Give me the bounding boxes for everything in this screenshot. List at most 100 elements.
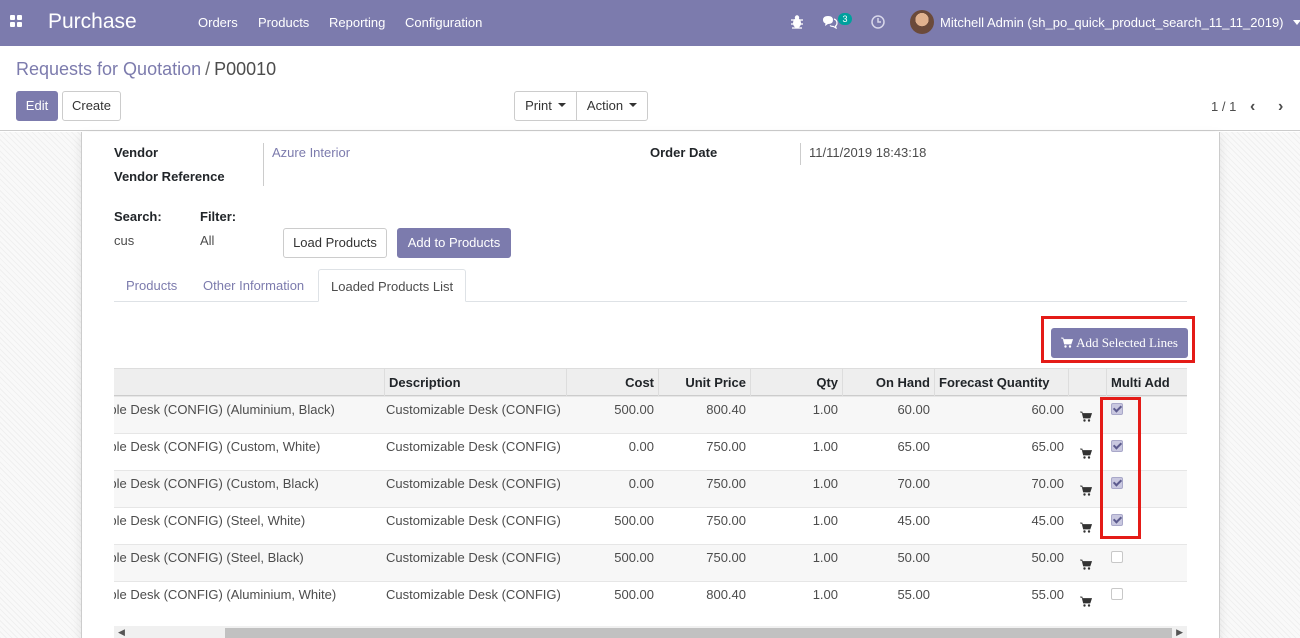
pager-value[interactable]: 1 / 1 <box>1211 99 1236 114</box>
table-row[interactable]: Customizable Desk (CONFIG) (Steel, White… <box>114 507 1187 544</box>
breadcrumb-parent[interactable]: Requests for Quotation <box>16 59 201 79</box>
highlight-box <box>1100 397 1141 539</box>
print-dropdown[interactable]: Print <box>514 91 577 121</box>
chat-icon[interactable] <box>822 15 838 29</box>
table-row[interactable]: Customizable Desk (CONFIG) (Steel, Black… <box>114 544 1187 581</box>
pager-next-icon[interactable]: › <box>1278 99 1283 115</box>
product-cell: Customizable Desk (CONFIG) (Custom, Blac… <box>114 476 319 491</box>
vendor-field[interactable]: Azure Interior <box>272 145 350 160</box>
column-header-unit-price[interactable]: Unit Price <box>658 369 750 396</box>
action-dropdown[interactable]: Action <box>576 91 648 121</box>
qty-cell: 1.00 <box>812 476 838 491</box>
on-hand-cell: 55.00 <box>897 587 930 602</box>
table-row[interactable]: Customizable Desk (CONFIG) (Aluminium, B… <box>114 396 1187 433</box>
add-line-cart-icon[interactable] <box>1080 485 1092 496</box>
chevron-down-icon <box>1293 20 1300 25</box>
table-row[interactable]: Customizable Desk (CONFIG) (Aluminium, W… <box>114 581 1187 618</box>
horizontal-scrollbar[interactable]: ◀ ▶ <box>114 626 1187 638</box>
menu-reporting[interactable]: Reporting <box>329 15 385 30</box>
field-divider <box>263 143 264 186</box>
unit-price-cell: 750.00 <box>706 550 746 565</box>
on-hand-cell: 65.00 <box>897 439 930 454</box>
unit-price-cell: 800.40 <box>706 587 746 602</box>
user-avatar[interactable] <box>910 10 934 34</box>
cost-cell: 500.00 <box>614 402 654 417</box>
menu-orders[interactable]: Orders <box>198 15 238 30</box>
forecast-quantity-cell: 65.00 <box>1031 439 1064 454</box>
pager-previous-icon[interactable]: ‹ <box>1250 99 1255 115</box>
edit-button[interactable]: Edit <box>16 91 58 121</box>
tab-products[interactable]: Products <box>114 269 189 302</box>
vendor-reference-label: Vendor Reference <box>114 169 225 184</box>
multi-add-checkbox[interactable] <box>1111 588 1123 600</box>
unit-price-cell: 750.00 <box>706 439 746 454</box>
on-hand-cell: 50.00 <box>897 550 930 565</box>
activity-clock-icon[interactable] <box>871 15 885 29</box>
table-row[interactable]: Customizable Desk (CONFIG) (Custom, Blac… <box>114 470 1187 507</box>
cost-cell: 500.00 <box>614 550 654 565</box>
filter-label: Filter: <box>200 209 237 224</box>
filter-field[interactable]: All <box>200 233 214 248</box>
scroll-right-icon[interactable]: ▶ <box>1176 626 1183 638</box>
cost-cell: 0.00 <box>628 439 654 454</box>
on-hand-cell: 60.00 <box>897 402 930 417</box>
action-label: Action <box>586 98 624 113</box>
add-line-cart-icon[interactable] <box>1080 522 1092 533</box>
order-date-field[interactable]: 11/11/2019 18:43:18 <box>809 145 926 160</box>
menu-configuration[interactable]: Configuration <box>405 15 482 30</box>
forecast-quantity-cell: 55.00 <box>1031 587 1064 602</box>
description-cell: Customizable Desk (CONFIG) <box>386 513 561 528</box>
unit-price-cell: 750.00 <box>706 513 746 528</box>
cart-icon <box>1061 337 1074 348</box>
scrollbar-thumb[interactable] <box>225 628 1172 638</box>
qty-cell: 1.00 <box>812 513 838 528</box>
on-hand-cell: 70.00 <box>897 476 930 491</box>
chat-count-badge: 3 <box>838 13 852 25</box>
add-line-cart-icon[interactable] <box>1080 559 1092 570</box>
search-label: Search: <box>114 209 162 224</box>
app-title[interactable]: Purchase <box>48 10 137 34</box>
add-to-products-button[interactable]: Add to Products <box>397 228 511 258</box>
apps-menu-icon[interactable] <box>10 15 24 29</box>
column-header-qty[interactable]: Qty <box>750 369 842 396</box>
load-products-button[interactable]: Load Products <box>283 228 387 258</box>
add-line-cart-icon[interactable] <box>1080 596 1092 607</box>
description-cell: Customizable Desk (CONFIG) <box>386 402 561 417</box>
description-cell: Customizable Desk (CONFIG) <box>386 587 561 602</box>
column-header-cost[interactable]: Cost <box>566 369 658 396</box>
column-header-on-hand[interactable]: On Hand <box>842 369 934 396</box>
column-header-description[interactable]: Description <box>384 369 566 396</box>
debug-bug-icon[interactable] <box>790 14 804 30</box>
multi-add-checkbox[interactable] <box>1111 551 1123 563</box>
add-selected-lines-button[interactable]: Add Selected Lines <box>1051 328 1188 358</box>
unit-price-cell: 800.40 <box>706 402 746 417</box>
product-cell: Customizable Desk (CONFIG) (Aluminium, B… <box>114 402 335 417</box>
user-menu[interactable]: Mitchell Admin (sh_po_quick_product_sear… <box>940 15 1300 30</box>
control-panel: Requests for Quotation / P00010 Edit Creat… <box>0 46 1300 131</box>
product-cell: Customizable Desk (CONFIG) (Custom, Whit… <box>114 439 321 454</box>
product-cell: Customizable Desk (CONFIG) (Steel, White… <box>114 513 306 528</box>
add-line-cart-icon[interactable] <box>1080 411 1092 422</box>
add-line-cart-icon[interactable] <box>1080 448 1092 459</box>
description-cell: Customizable Desk (CONFIG) <box>386 439 561 454</box>
field-divider <box>800 143 801 165</box>
on-hand-cell: 45.00 <box>897 513 930 528</box>
table-header: Description Cost Unit Price Qty On Hand … <box>114 368 1187 396</box>
tab-other-information[interactable]: Other Information <box>191 269 316 302</box>
search-field[interactable]: cus <box>114 233 134 248</box>
tab-loaded-products-list[interactable]: Loaded Products List <box>318 269 467 302</box>
column-header-forecast-quantity[interactable]: Forecast Quantity <box>934 369 1068 396</box>
forecast-quantity-cell: 50.00 <box>1031 550 1064 565</box>
create-button[interactable]: Create <box>62 91 121 121</box>
scroll-left-icon[interactable]: ◀ <box>118 626 125 638</box>
table-row[interactable]: Customizable Desk (CONFIG) (Custom, Whit… <box>114 433 1187 470</box>
print-label: Print <box>525 98 552 113</box>
column-header-product[interactable] <box>114 369 384 396</box>
cost-cell: 500.00 <box>614 513 654 528</box>
column-header-multi-add[interactable]: Multi Add <box>1106 369 1187 396</box>
caret-down-icon <box>557 103 566 107</box>
menu-products[interactable]: Products <box>258 15 309 30</box>
breadcrumb-separator: / <box>205 59 211 79</box>
product-cell: Customizable Desk (CONFIG) (Steel, Black… <box>114 550 304 565</box>
forecast-quantity-cell: 70.00 <box>1031 476 1064 491</box>
